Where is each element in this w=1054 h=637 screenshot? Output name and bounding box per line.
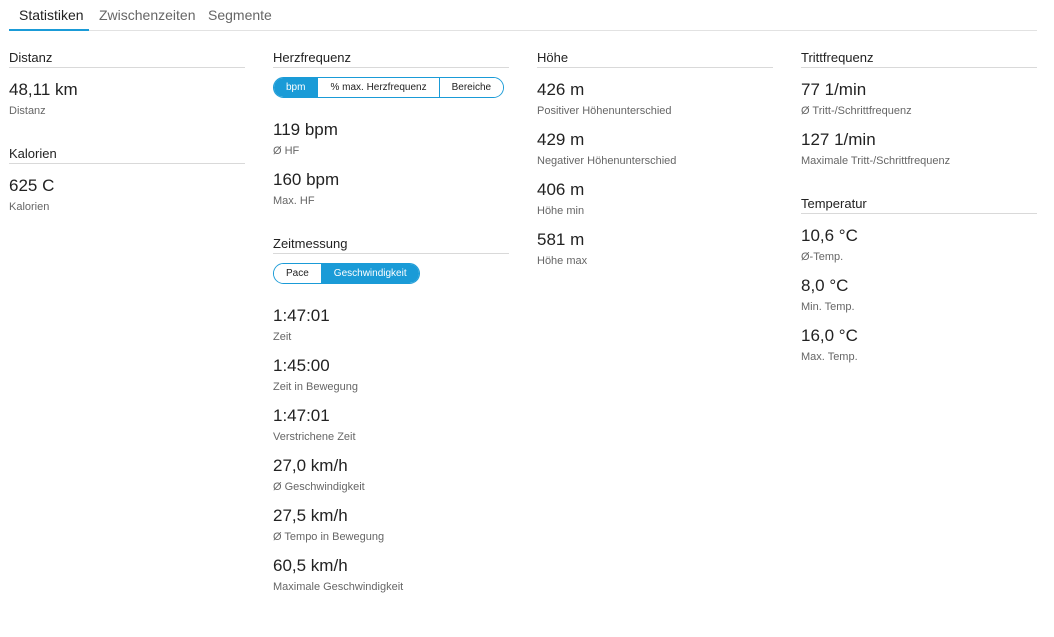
toggle-speed[interactable]: Geschwindigkeit: [320, 264, 419, 283]
heart-rate-unit-toggle: bpm % max. Herzfrequenz Bereiche: [273, 77, 505, 98]
stat-label: Maximale Geschwindigkeit: [273, 581, 404, 593]
stat-value: 16,0 °C: [801, 326, 858, 345]
stat-value: 406 m: [537, 180, 585, 199]
stat-label: Höhe max: [537, 255, 588, 267]
stat-value: 426 m: [537, 80, 585, 99]
stat-item: 406 m Höhe min: [537, 180, 773, 218]
stat-value: 77 1/min: [801, 80, 867, 99]
stat-value: 581 m: [537, 230, 585, 249]
stat-item: 1:47:01 Verstrichene Zeit: [273, 406, 509, 444]
stat-label: Ø HF: [273, 145, 300, 157]
stat-item: 160 bpm Max. HF: [273, 170, 509, 208]
stat-label: Ø Geschwindigkeit: [273, 481, 365, 493]
section-title: Herzfrequenz: [273, 50, 509, 68]
section-title: Höhe: [537, 50, 773, 68]
stat-value: 119 bpm: [273, 120, 338, 139]
stat-label: Min. Temp.: [801, 301, 855, 313]
stat-item: 429 m Negativer Höhenunterschied: [537, 130, 773, 168]
stat-item: 581 m Höhe max: [537, 230, 773, 268]
stat-label: Höhe min: [537, 205, 585, 217]
stat-value: 8,0 °C: [801, 276, 849, 295]
column-cadence-temperature: Trittfrequenz 77 1/min Ø Tritt-/Schrittf…: [801, 50, 1037, 364]
stat-item: 119 bpm Ø HF: [273, 120, 509, 158]
tab-segmente[interactable]: Segmente: [208, 7, 272, 23]
stat-value: 27,5 km/h: [273, 506, 348, 525]
stat-value: 1:47:01: [273, 406, 330, 425]
column-elevation: Höhe 426 m Positiver Höhenunterschied 42…: [537, 50, 773, 268]
stat-item: 1:45:00 Zeit in Bewegung: [273, 356, 509, 394]
stat-item: 426 m Positiver Höhenunterschied: [537, 80, 773, 118]
stat-label: Zeit: [273, 331, 292, 343]
stat-item: 48,11 km Distanz: [9, 80, 245, 118]
stat-value: 127 1/min: [801, 130, 876, 149]
section-kalorien: Kalorien 625 C Kalorien: [9, 146, 245, 214]
stat-value: 429 m: [537, 130, 585, 149]
timing-mode-toggle: Pace Geschwindigkeit: [273, 263, 420, 284]
stat-value: 1:47:01: [273, 306, 330, 325]
stat-item: 8,0 °C Min. Temp.: [801, 276, 1037, 314]
stat-value: 160 bpm: [273, 170, 340, 189]
stat-item: 77 1/min Ø Tritt-/Schrittfrequenz: [801, 80, 1037, 118]
stat-label: Negativer Höhenunterschied: [537, 155, 677, 167]
stat-item: 60,5 km/h Maximale Geschwindigkeit: [273, 556, 509, 594]
tab-zwischenzeiten[interactable]: Zwischenzeiten: [99, 7, 196, 23]
stat-label: Ø-Temp.: [801, 251, 844, 263]
stat-item: 27,5 km/h Ø Tempo in Bewegung: [273, 506, 509, 544]
stat-value: 625 C: [9, 176, 55, 195]
stat-item: 27,0 km/h Ø Geschwindigkeit: [273, 456, 509, 494]
stat-value: 60,5 km/h: [273, 556, 348, 575]
section-title: Zeitmessung: [273, 236, 509, 254]
stat-item: 10,6 °C Ø-Temp.: [801, 226, 1037, 264]
active-tab-indicator: [9, 29, 89, 31]
section-temperatur: Temperatur 10,6 °C Ø-Temp. 8,0 °C Min. T…: [801, 196, 1037, 364]
stat-value: 10,6 °C: [801, 226, 858, 245]
tab-statistiken[interactable]: Statistiken: [19, 7, 84, 23]
stat-label: Maximale Tritt-/Schrittfrequenz: [801, 155, 951, 167]
column-distance-calories: Distanz 48,11 km Distanz Kalorien 625 C …: [9, 50, 245, 214]
stat-label: Positiver Höhenunterschied: [537, 105, 672, 117]
stat-item: 16,0 °C Max. Temp.: [801, 326, 1037, 364]
stat-label: Verstrichene Zeit: [273, 431, 356, 443]
column-heart-rate-timing: Herzfrequenz bpm % max. Herzfrequenz Ber…: [273, 50, 509, 594]
toggle-zones[interactable]: Bereiche: [438, 78, 504, 97]
toggle-percent-max-hr[interactable]: % max. Herzfrequenz: [317, 78, 439, 97]
section-title: Trittfrequenz: [801, 50, 1037, 68]
stat-value: 27,0 km/h: [273, 456, 348, 475]
stat-item: 625 C Kalorien: [9, 176, 245, 214]
stat-item: 127 1/min Maximale Tritt-/Schrittfrequen…: [801, 130, 1037, 168]
section-title: Distanz: [9, 50, 245, 68]
stat-value: 48,11 km: [9, 80, 78, 99]
stat-label: Ø Tempo in Bewegung: [273, 531, 385, 543]
section-zeitmessung: Zeitmessung Pace Geschwindigkeit 1:47:01…: [273, 236, 509, 594]
section-trittfrequenz: Trittfrequenz 77 1/min Ø Tritt-/Schrittf…: [801, 50, 1037, 168]
section-distanz: Distanz 48,11 km Distanz: [9, 50, 245, 118]
stat-item: 1:47:01 Zeit: [273, 306, 509, 344]
section-herzfrequenz: Herzfrequenz bpm % max. Herzfrequenz Ber…: [273, 50, 509, 208]
stat-label: Ø Tritt-/Schrittfrequenz: [801, 105, 912, 117]
stat-label: Kalorien: [9, 201, 50, 213]
stat-value: 1:45:00: [273, 356, 330, 375]
section-title: Temperatur: [801, 196, 1037, 214]
stat-label: Max. Temp.: [801, 351, 858, 363]
section-hoehe: Höhe 426 m Positiver Höhenunterschied 42…: [537, 50, 773, 268]
tab-bar: Statistiken Zwischenzeiten Segmente: [9, 0, 1037, 31]
toggle-bpm[interactable]: bpm: [274, 78, 318, 97]
stat-label: Distanz: [9, 105, 46, 117]
stat-label: Max. HF: [273, 195, 315, 207]
section-title: Kalorien: [9, 146, 245, 164]
toggle-pace[interactable]: Pace: [274, 264, 321, 283]
stat-label: Zeit in Bewegung: [273, 381, 358, 393]
